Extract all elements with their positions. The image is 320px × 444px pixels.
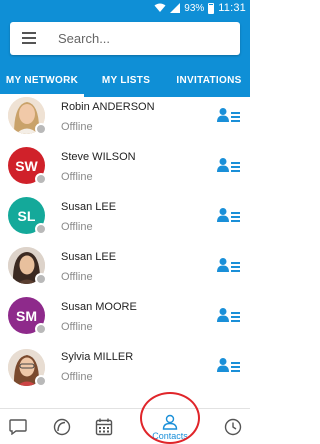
avatar: [8, 247, 47, 285]
search-bar[interactable]: Search...: [10, 22, 240, 55]
tab-my-network[interactable]: MY NETWORK: [0, 66, 84, 97]
contact-name: Susan MOORE: [61, 301, 137, 313]
contact-details-icon[interactable]: [216, 357, 240, 373]
contact-details-icon[interactable]: [216, 307, 240, 323]
list-item[interactable]: Susan LEE Offline: [0, 247, 250, 297]
list-item[interactable]: SW Steve WILSON Offline: [0, 147, 250, 197]
contact-details-icon[interactable]: [216, 107, 240, 123]
clock-icon: [224, 418, 242, 436]
contact-status: Offline: [61, 371, 93, 383]
avatar: SW: [8, 147, 47, 185]
contact-status: Offline: [61, 121, 93, 133]
clock-time: 11:31: [218, 2, 246, 14]
tab-bar: MY NETWORK MY LISTS INVITATIONS: [0, 66, 250, 97]
contacts-highlight-annotation: [140, 392, 200, 444]
tab-invitations[interactable]: INVITATIONS: [168, 66, 250, 97]
list-item[interactable]: SM Susan MOORE Offline: [0, 297, 250, 347]
contact-details-icon[interactable]: [216, 257, 240, 273]
avatar: [8, 349, 47, 387]
battery-percent: 93%: [184, 2, 205, 14]
contact-name: Susan LEE: [61, 201, 117, 213]
list-item[interactable]: Robin ANDERSON Offline: [0, 97, 250, 147]
presence-indicator: [35, 273, 47, 285]
contact-name: Sylvia MILLER: [61, 351, 134, 363]
app-header: 93% 11:31 Search... MY NETWORK MY LISTS …: [0, 0, 250, 97]
avatar: SM: [8, 297, 47, 335]
contact-status: Offline: [61, 321, 93, 333]
tab-my-lists[interactable]: MY LISTS: [84, 66, 168, 97]
contact-list: Robin ANDERSON Offline SW Steve WILSON O…: [0, 97, 250, 408]
presence-indicator: [35, 323, 47, 335]
nav-chat-button[interactable]: [6, 409, 30, 444]
contact-name: Robin ANDERSON: [61, 101, 155, 113]
battery-icon: [208, 2, 215, 14]
avatar: [8, 97, 47, 135]
search-input[interactable]: Search...: [58, 31, 110, 46]
avatar: SL: [8, 197, 47, 235]
contact-status: Offline: [61, 221, 93, 233]
status-bar: 93% 11:31: [0, 0, 250, 16]
chat-bubble-icon: [9, 419, 27, 435]
contact-status: Offline: [61, 271, 93, 283]
nav-clock-button[interactable]: [222, 409, 244, 444]
signal-icon: [170, 3, 181, 13]
wifi-icon: [154, 3, 166, 12]
contact-status: Offline: [61, 171, 93, 183]
contact-details-icon[interactable]: [216, 207, 240, 223]
list-item[interactable]: SL Susan LEE Offline: [0, 197, 250, 247]
list-item[interactable]: Sylvia MILLER Offline: [0, 347, 250, 397]
status-bar-right: 93% 11:31: [154, 2, 246, 14]
calendar-icon: [95, 418, 113, 436]
presence-indicator: [35, 123, 47, 135]
contact-name: Steve WILSON: [61, 151, 136, 163]
nav-recent-button[interactable]: [50, 409, 74, 444]
presence-indicator: [35, 173, 47, 185]
recent-icon: [53, 418, 71, 436]
contact-details-icon[interactable]: [216, 157, 240, 173]
hamburger-menu-icon[interactable]: [22, 32, 36, 44]
presence-indicator: [35, 375, 47, 387]
nav-calendar-button[interactable]: [92, 409, 116, 444]
presence-indicator: [35, 223, 47, 235]
bottom-navigation: Contacts: [0, 408, 250, 444]
contact-name: Susan LEE: [61, 251, 117, 263]
